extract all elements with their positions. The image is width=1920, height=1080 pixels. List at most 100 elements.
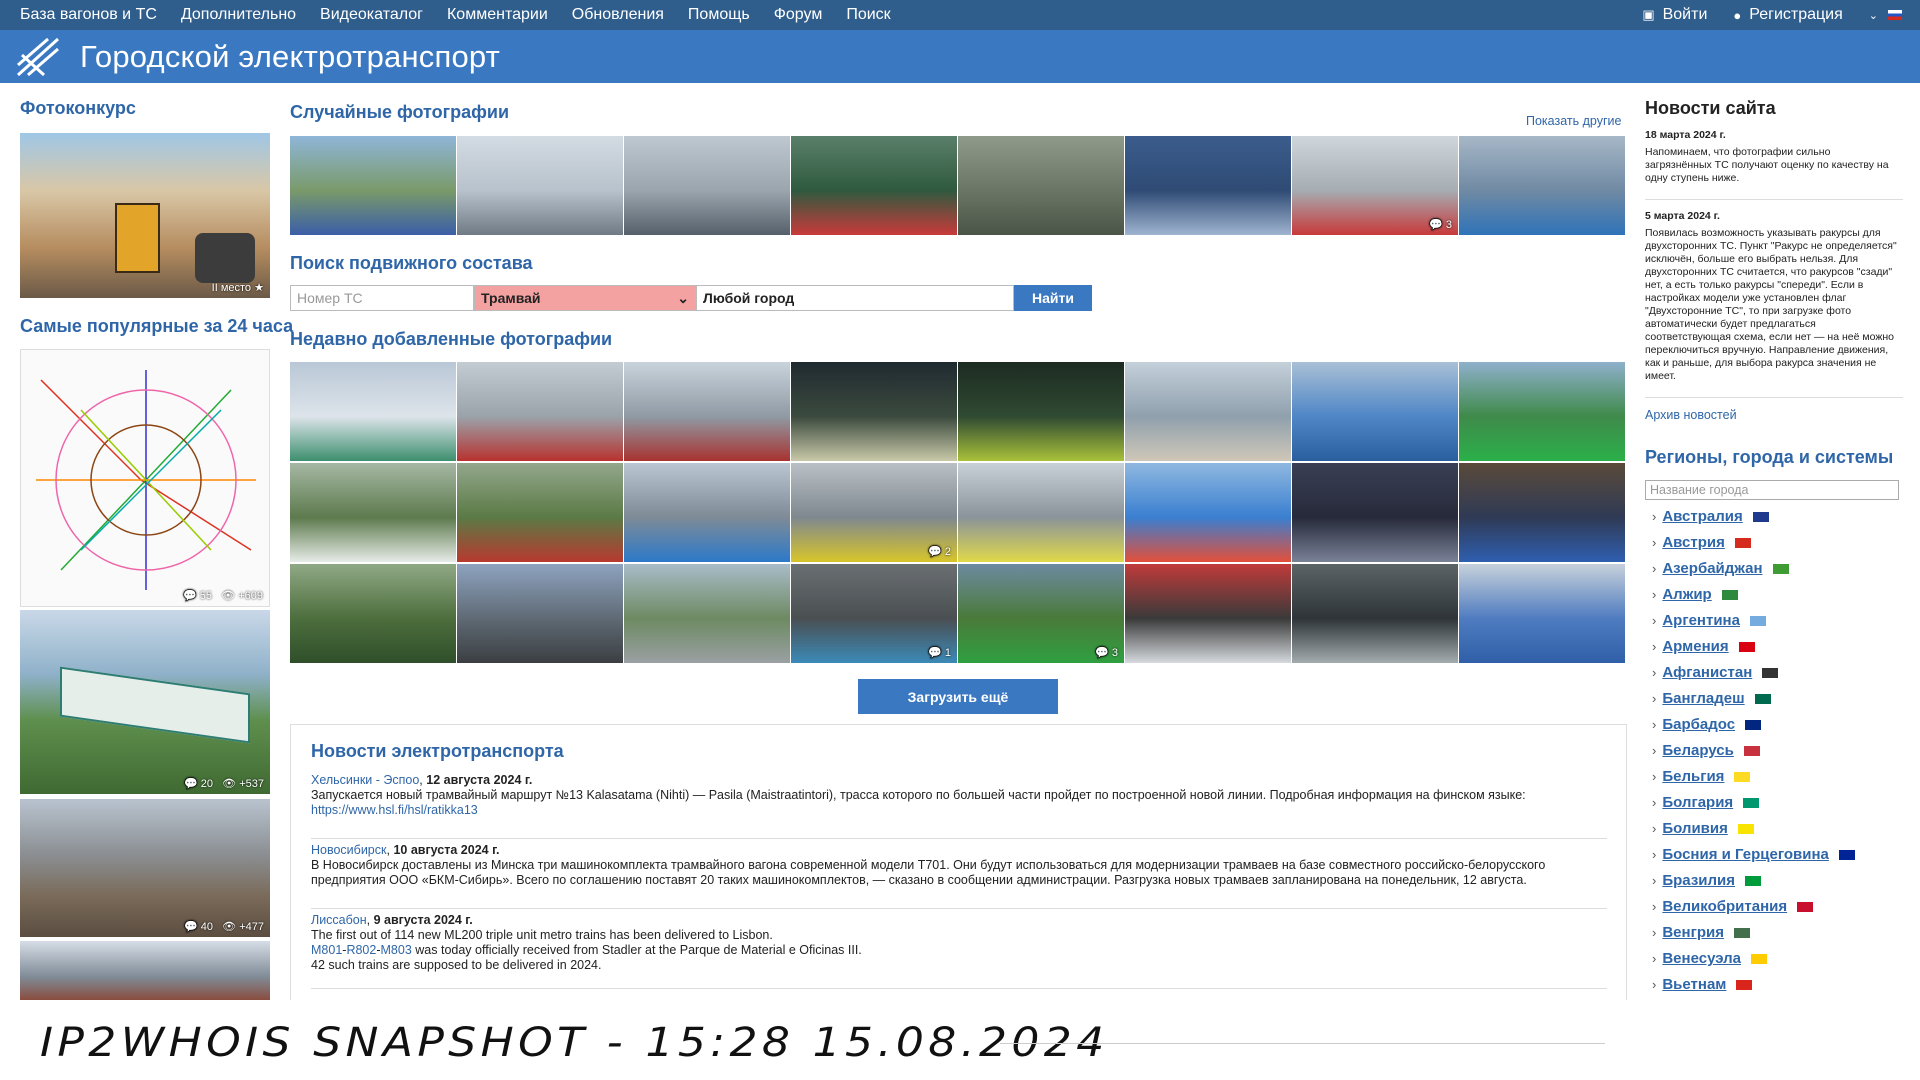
news-text: В Новосибирск доставлены из Минска три м… [311,858,1546,887]
recent-photo-thumbnail[interactable] [1459,564,1625,663]
login-link[interactable]: ▣ Войти [1642,6,1707,24]
region-item[interactable]: › Бразилия [1652,872,1761,889]
recent-photo-thumbnail[interactable]: 💬 1 [791,564,957,663]
region-item[interactable]: › Болгария [1652,794,1760,811]
recent-photo-thumbnail[interactable] [290,564,456,663]
flag-icon [1738,641,1755,652]
register-link[interactable]: ● Регистрация [1733,6,1842,24]
news-place-link[interactable]: Лиссабон [311,913,367,927]
recent-photo-thumbnail[interactable] [624,564,790,663]
popular-photo-2[interactable]: 💬 20 👁 +537 [20,610,270,794]
nav-item[interactable]: Форум [774,6,823,24]
recent-photo-thumbnail[interactable] [290,463,456,562]
recent-photo-thumbnail[interactable]: 💬 2 [791,463,957,562]
random-photo-thumbnail[interactable] [1125,136,1291,235]
vehicle-type-select[interactable]: Трамвай ⌄ [474,285,696,311]
load-more-button[interactable]: Загрузить ещё [858,679,1058,714]
random-photo-thumbnail[interactable] [958,136,1124,235]
nav-item[interactable]: База вагонов и ТС [20,6,157,24]
photocontest-title[interactable]: Фотоконкурс [20,98,136,119]
recent-photo-thumbnail[interactable] [457,564,623,663]
recent-photo-thumbnail[interactable] [290,362,456,461]
vehicle-number-input[interactable]: Номер ТС [290,285,474,311]
region-item[interactable]: › Австралия [1652,508,1769,525]
recent-photo-thumbnail[interactable] [457,463,623,562]
random-photos-title[interactable]: Случайные фотографии [290,102,509,123]
nav-item[interactable]: Поиск [846,6,890,24]
random-photo-thumbnail[interactable] [290,136,456,235]
region-item[interactable]: › Алжир [1652,586,1738,603]
region-item[interactable]: › Барбадос [1652,716,1762,733]
region-item[interactable]: › Австрия [1652,534,1751,551]
recent-photo-thumbnail[interactable] [1292,362,1458,461]
region-item[interactable]: › Босния и Герцеговина [1652,846,1855,863]
nav-item[interactable]: Комментарии [447,6,548,24]
region-item[interactable]: › Великобритания [1652,898,1814,915]
popular-photo-4[interactable] [20,941,270,1001]
recent-photo-thumbnail[interactable]: 💬 3 [958,564,1124,663]
popular-photo-3[interactable]: 💬 40 👁 +477 [20,799,270,937]
vehicle-link[interactable]: M801 [311,943,342,957]
city-search-input[interactable]: Название города [1645,480,1899,500]
nav-item[interactable]: Дополнительно [181,6,296,24]
vehicle-link[interactable]: M803 [381,943,412,957]
recent-photo-thumbnail[interactable] [457,362,623,461]
city-input[interactable]: Любой город [696,285,1014,311]
contest-photo[interactable]: II место ★ [20,133,270,298]
region-item[interactable]: › Афганистан [1652,664,1779,681]
recent-photo-thumbnail[interactable] [1292,463,1458,562]
region-item[interactable]: › Венгрия [1652,924,1750,941]
chevron-down-icon: ⌄ [1868,9,1878,22]
recent-photo-thumbnail[interactable] [1125,564,1291,663]
region-item[interactable]: › Бельгия [1652,768,1751,785]
site-title[interactable]: Городской электротранспорт [80,39,500,75]
recent-photo-thumbnail[interactable] [624,362,790,461]
random-photo-thumbnail[interactable] [791,136,957,235]
random-photo-thumbnail[interactable] [624,136,790,235]
recent-photo-thumbnail[interactable] [1459,463,1625,562]
news-place-link[interactable]: Новосибирск [311,843,386,857]
news-link[interactable]: https://www.hsl.fi/hsl/ratikka13 [311,803,478,817]
language-selector[interactable]: ⌄ [1869,9,1902,22]
tram-shape [60,666,250,744]
nav-item[interactable]: Видеокаталог [320,6,423,24]
popular-1-stats: 💬 55 👁 +609 [183,590,263,602]
news-archive-link[interactable]: Архив новостей [1645,408,1905,422]
recent-photo-thumbnail[interactable] [1125,362,1291,461]
popular-photo-1[interactable]: 💬 55 👁 +609 [20,349,270,607]
region-item[interactable]: › Аргентина [1652,612,1766,629]
region-item[interactable]: › Боливия [1652,820,1754,837]
random-photo-thumbnail[interactable]: 💬 3 [1292,136,1458,235]
region-name: Беларусь [1662,742,1734,759]
recent-photo-thumbnail[interactable] [1125,463,1291,562]
recent-photo-thumbnail[interactable] [958,463,1124,562]
region-item[interactable]: › Беларусь [1652,742,1760,759]
random-photo-thumbnail[interactable] [457,136,623,235]
recent-photo-thumbnail[interactable] [1459,362,1625,461]
random-photo-thumbnail[interactable] [1459,136,1625,235]
flag-icon [1749,615,1766,626]
news-place-link[interactable]: Хельсинки - Эспоо [311,773,419,787]
region-item[interactable]: › Венесуэла [1652,950,1767,967]
recent-photo-thumbnail[interactable] [791,362,957,461]
recent-photos-title[interactable]: Недавно добавленные фотографии [290,329,612,350]
nav-item[interactable]: Обновления [572,6,664,24]
recent-photo-thumbnail[interactable] [958,362,1124,461]
news-item: Лиссабон, 9 августа 2024 г. The first ou… [311,913,1601,973]
region-item[interactable]: › Азербайджан [1652,560,1789,577]
transport-news-title[interactable]: Новости электротранспорта [311,741,564,762]
region-item[interactable]: › Вьетнам [1652,976,1753,993]
nav-item[interactable]: Помощь [688,6,750,24]
popular-title[interactable]: Самые популярные за 24 часа [20,316,293,337]
recent-photo-thumbnail[interactable] [624,463,790,562]
region-name: Азербайджан [1662,560,1763,577]
flag-icon [1797,901,1814,912]
recent-photo-thumbnail[interactable] [1292,564,1458,663]
site-news-date: 5 марта 2024 г. [1645,210,1720,222]
search-button[interactable]: Найти [1014,285,1092,311]
region-item[interactable]: › Бангладеш [1652,690,1771,707]
site-logo-icon[interactable] [14,35,64,79]
show-others-link[interactable]: Показать другие [1526,114,1621,128]
vehicle-link[interactable]: R802 [346,943,376,957]
region-item[interactable]: › Армения [1652,638,1755,655]
